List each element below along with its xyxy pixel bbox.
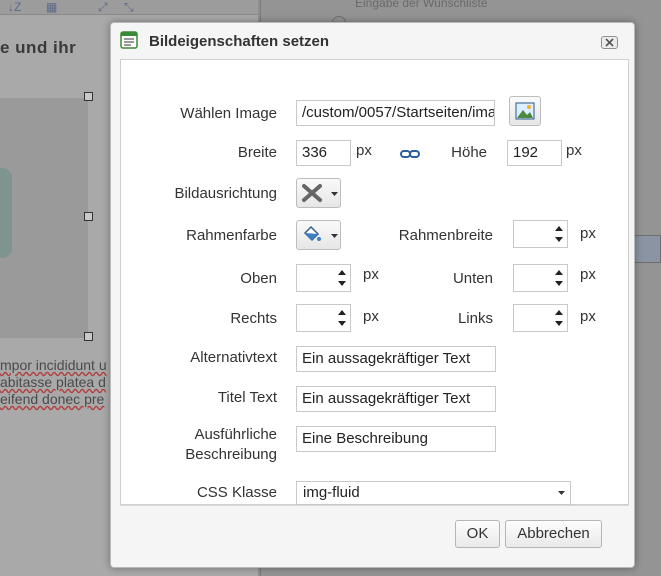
- lock-ratio-icon[interactable]: [400, 148, 420, 160]
- css-class-label: CSS Klasse: [196, 484, 277, 501]
- height-label: Höhe: [451, 144, 487, 161]
- left-unit: px: [580, 308, 596, 325]
- image-label: Wählen Image: [180, 105, 277, 122]
- bottom-unit: px: [580, 266, 596, 283]
- stepper-arrows-icon[interactable]: [338, 268, 346, 288]
- chevron-down-icon: [331, 234, 338, 238]
- title-text-label: Titel Text: [217, 389, 277, 406]
- width-input[interactable]: 336: [296, 140, 351, 166]
- paint-bucket-icon: [303, 226, 321, 242]
- height-unit: px: [566, 142, 582, 159]
- close-icon: [605, 38, 614, 47]
- resize-handle-bottom-right: [84, 332, 93, 341]
- sort-icon: ↓Z: [8, 0, 22, 14]
- cancel-button[interactable]: Abbrechen: [505, 520, 602, 548]
- image-icon: [515, 102, 535, 120]
- border-width-stepper[interactable]: [513, 220, 568, 248]
- table-icon: ▦: [46, 0, 58, 14]
- editor-toolbar: ↓Z ▦ ⤢ ⤡: [0, 0, 258, 15]
- left-margin-stepper[interactable]: [513, 304, 568, 332]
- border-color-label: Rahmenfarbe: [186, 227, 277, 244]
- css-class-value: img-fluid: [303, 484, 360, 501]
- selected-image: [0, 98, 88, 338]
- editor-heading: e und ihr: [0, 38, 77, 57]
- left-label: Links: [457, 310, 493, 327]
- width-unit: px: [356, 142, 372, 159]
- dialog-title: Bildeigenschaften setzen: [149, 33, 330, 50]
- editor-text-line: mpor incididunt u: [0, 357, 107, 373]
- alignment-dropdown[interactable]: [296, 178, 341, 208]
- resize-handle-right: [84, 212, 93, 221]
- alignment-label: Bildausrichtung: [174, 185, 277, 202]
- border-width-unit: px: [580, 225, 596, 242]
- stepper-arrows-icon[interactable]: [555, 308, 563, 328]
- close-button[interactable]: [601, 36, 618, 49]
- css-class-select[interactable]: img-fluid: [296, 481, 571, 505]
- maximize-icon: ⤡: [124, 0, 134, 14]
- bottom-label: Unten: [452, 270, 493, 287]
- right-margin-stepper[interactable]: [296, 304, 351, 332]
- border-width-label: Rahmenbreite: [398, 227, 493, 244]
- browse-image-button[interactable]: [509, 96, 541, 126]
- stepper-arrows-icon[interactable]: [338, 308, 346, 328]
- stepper-arrows-icon[interactable]: [555, 268, 563, 288]
- top-margin-stepper[interactable]: [296, 264, 351, 292]
- side-panel-label: Eingabe der Wunschliste: [355, 0, 488, 10]
- description-input[interactable]: Eine Beschreibung: [296, 426, 496, 452]
- title-text-input[interactable]: Ein aussagekräftiger Text: [296, 386, 496, 412]
- right-unit: px: [363, 308, 379, 325]
- side-panel-button: [634, 235, 661, 263]
- bottom-margin-stepper[interactable]: [513, 264, 568, 292]
- dialog-title-bar[interactable]: Bildeigenschaften setzen: [111, 23, 634, 61]
- width-label: Breite: [237, 144, 277, 161]
- chevron-down-icon: [331, 192, 338, 196]
- chevron-down-icon: [558, 491, 565, 495]
- no-alignment-icon: [302, 184, 322, 202]
- editor-text-line: eifend donec pre: [0, 391, 105, 407]
- description-label-line1: Ausführliche: [194, 426, 277, 443]
- alt-text-input[interactable]: Ein aussagekräftiger Text: [296, 346, 496, 372]
- height-input[interactable]: 192: [507, 140, 562, 166]
- editor-text-line: abitasse platea d: [0, 374, 106, 390]
- image-url-input[interactable]: /custom/0057/Startseiten/image: [296, 100, 495, 126]
- stepper-arrows-icon[interactable]: [555, 224, 563, 244]
- document-icon: [120, 31, 138, 49]
- border-color-picker[interactable]: [296, 220, 341, 250]
- dialog-footer: OK Abbrechen: [120, 505, 629, 561]
- ok-button[interactable]: OK: [455, 520, 500, 548]
- resize-handle-top-right: [84, 92, 93, 101]
- top-unit: px: [363, 266, 379, 283]
- right-label: Rechts: [230, 310, 277, 327]
- alt-text-label: Alternativtext: [190, 349, 277, 366]
- top-label: Oben: [240, 270, 277, 287]
- expand-icon: ⤢: [98, 0, 108, 14]
- image-properties-dialog: Bildeigenschaften setzen Wählen Image /c…: [110, 22, 635, 568]
- dialog-content: Wählen Image /custom/0057/Startseiten/im…: [120, 59, 629, 505]
- description-label-line2: Beschreibung: [185, 446, 277, 463]
